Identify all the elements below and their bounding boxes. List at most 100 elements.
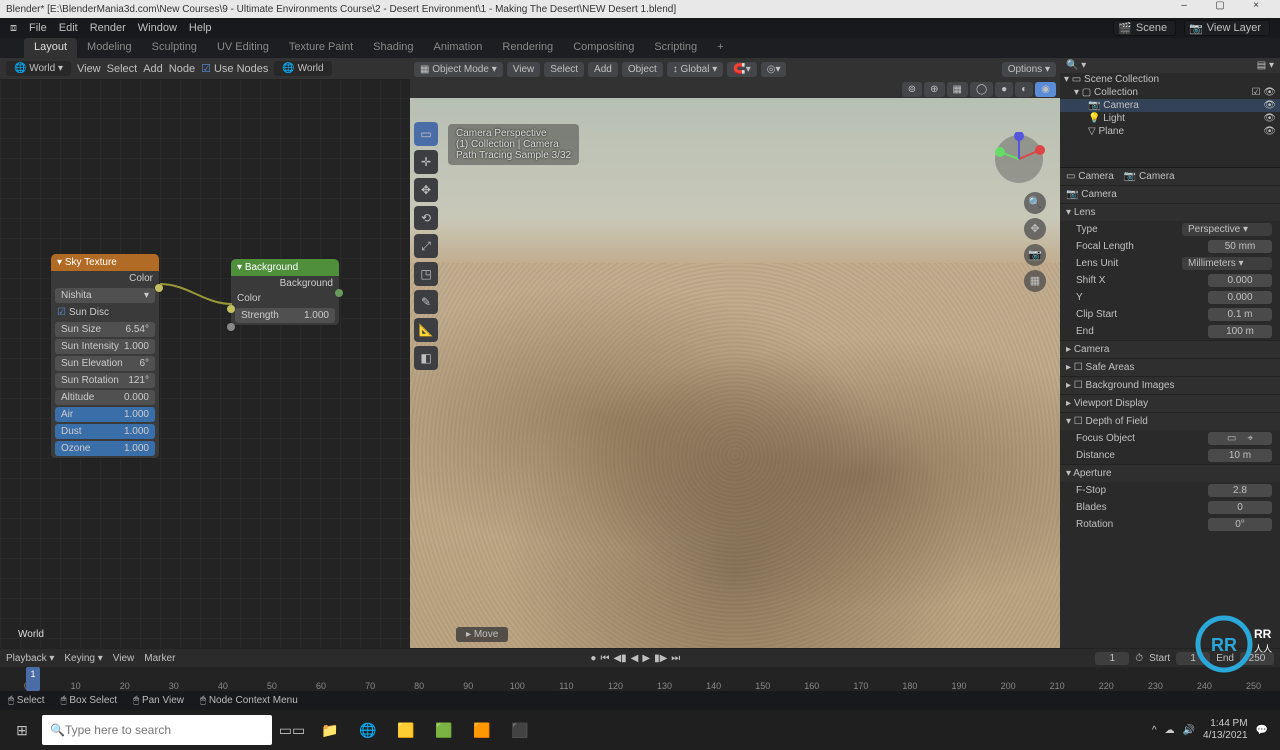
lens-type[interactable]: Perspective ▾	[1182, 223, 1272, 236]
tool-transform[interactable]: ◳	[414, 262, 438, 286]
tab-compositing[interactable]: Compositing	[563, 38, 644, 58]
prop-object-name[interactable]: 📷 Camera	[1060, 185, 1280, 203]
window-minimize[interactable]: –	[1166, 0, 1202, 18]
menu-edit[interactable]: Edit	[55, 22, 82, 34]
panel-safeareas[interactable]: ▸ ☐ Safe Areas	[1060, 358, 1280, 376]
orientation[interactable]: ↕ Global ▾	[667, 62, 724, 77]
socket-strength-in[interactable]	[227, 323, 235, 331]
clip-end[interactable]: 100 m	[1208, 325, 1272, 338]
panel-dof[interactable]: ▾ ☐ Depth of Field	[1060, 412, 1280, 430]
dof-distance[interactable]: 10 m	[1208, 449, 1272, 462]
tab-add[interactable]: +	[707, 38, 733, 58]
panel-bgimages[interactable]: ▸ ☐ Background Images	[1060, 376, 1280, 394]
sun-disc-toggle[interactable]: ☑ Sun Disc	[51, 305, 115, 320]
autokey[interactable]: ●	[590, 653, 596, 664]
nav-gizmo[interactable]	[992, 132, 1046, 186]
field-altitude[interactable]: Altitude0.000	[55, 390, 155, 405]
tool-annotate[interactable]: ✎	[414, 290, 438, 314]
tab-shading[interactable]: Shading	[363, 38, 423, 58]
prop-tab2[interactable]: 📷 Camera	[1124, 171, 1175, 182]
socket-bg-out[interactable]	[335, 289, 343, 297]
node-menu-view[interactable]: View	[77, 63, 101, 75]
outliner-plane[interactable]: ▽ Plane👁	[1060, 125, 1280, 138]
current-frame[interactable]: 1	[1095, 652, 1129, 665]
menu-help[interactable]: Help	[185, 22, 216, 34]
sky-out-color[interactable]: Color	[51, 271, 159, 286]
panel-aperture[interactable]: ▾ Aperture	[1060, 464, 1280, 482]
node-editor[interactable]: 🌐 World ▾ View Select Add Node ☑ Use Nod…	[0, 58, 410, 648]
shift-y[interactable]: 0.000	[1208, 291, 1272, 304]
proportional-toggle[interactable]: ◎▾	[761, 62, 787, 77]
sky-model-select[interactable]: Nishita▾	[55, 288, 155, 303]
playhead[interactable]: 1	[26, 667, 40, 691]
menu-file[interactable]: File	[25, 22, 51, 34]
field-ozone[interactable]: Ozone1.000	[55, 441, 155, 456]
aperture-blades[interactable]: 0	[1208, 501, 1272, 514]
tool-rotate[interactable]: ⟲	[414, 206, 438, 230]
shift-x[interactable]: 0.000	[1208, 274, 1272, 287]
node-bg-title[interactable]: ▾ Background	[231, 259, 339, 276]
vp-menu-add[interactable]: Add	[588, 62, 618, 77]
field-sun-rotation[interactable]: Sun Rotation121°	[55, 373, 155, 388]
timeline-menu-keying[interactable]: Keying ▾	[64, 653, 102, 664]
tab-uv[interactable]: UV Editing	[207, 38, 279, 58]
bg-out[interactable]: Background	[231, 276, 339, 291]
window-close[interactable]: ×	[1238, 0, 1274, 18]
tab-texture[interactable]: Texture Paint	[279, 38, 363, 58]
menu-window[interactable]: Window	[134, 22, 181, 34]
mode-select[interactable]: ▦ Object Mode ▾	[414, 62, 503, 77]
snap-toggle[interactable]: 🧲▾	[727, 62, 756, 77]
node-menu-add[interactable]: Add	[143, 63, 163, 75]
field-air[interactable]: Air1.000	[55, 407, 155, 422]
vp-menu-select[interactable]: Select	[544, 62, 584, 77]
field-strength[interactable]: Strength1.000	[235, 308, 335, 323]
lens-unit[interactable]: Millimeters ▾	[1182, 257, 1272, 270]
use-nodes-toggle[interactable]: ☑ Use Nodes	[201, 62, 268, 75]
timeline[interactable]: Playback ▾ Keying ▾ View Marker ● ⏮ ◀▮ ◀…	[0, 648, 1280, 690]
xray-toggle[interactable]: ▦	[947, 82, 968, 97]
tool-cursor[interactable]: ✛	[414, 150, 438, 174]
outliner-camera[interactable]: 📷 Camera👁	[1060, 99, 1280, 112]
nav-zoom[interactable]: 🔍	[1024, 192, 1046, 214]
node-background[interactable]: ▾ Background Background Color Strength1.…	[230, 258, 340, 326]
world-datablock[interactable]: 🌐 World	[274, 61, 331, 76]
aperture-rotation[interactable]: 0°	[1208, 518, 1272, 531]
socket-bg-color-in[interactable]	[227, 305, 235, 313]
nav-ortho[interactable]: ▦	[1024, 270, 1046, 292]
tool-move[interactable]: ✥	[414, 178, 438, 202]
field-sun-size[interactable]: Sun Size6.54°	[55, 322, 155, 337]
timeline-menu-marker[interactable]: Marker	[144, 653, 175, 664]
prop-tab1[interactable]: ▭ Camera	[1066, 171, 1114, 182]
timeline-menu-playback[interactable]: Playback ▾	[6, 653, 54, 664]
jump-start[interactable]: ⏮	[600, 653, 609, 664]
field-sun-elevation[interactable]: Sun Elevation6°	[55, 356, 155, 371]
timeline-ruler[interactable]: 1 01020304050607080901001101201301401501…	[0, 667, 1280, 691]
tab-animation[interactable]: Animation	[424, 38, 493, 58]
outliner-collection[interactable]: ▾ ▢ Collection☑ 👁	[1060, 86, 1280, 99]
node-menu-select[interactable]: Select	[107, 63, 138, 75]
nav-pan[interactable]: ✥	[1024, 218, 1046, 240]
dof-focus-object[interactable]: ▭ ⌖	[1208, 432, 1272, 445]
shader-type[interactable]: 🌐 World ▾	[6, 61, 71, 76]
tool-measure[interactable]: 📐	[414, 318, 438, 342]
shading-solid[interactable]: ●	[995, 82, 1013, 97]
overlay-toggle[interactable]: ⊚	[902, 82, 922, 97]
keyframe-prev[interactable]: ◀▮	[613, 653, 626, 664]
nav-camera[interactable]: 📷	[1024, 244, 1046, 266]
menu-render[interactable]: Render	[86, 22, 130, 34]
vp-menu-object[interactable]: Object	[622, 62, 663, 77]
field-dust[interactable]: Dust1.000	[55, 424, 155, 439]
tab-modeling[interactable]: Modeling	[77, 38, 142, 58]
viewlayer-field[interactable]: 📷 View Layer	[1184, 20, 1270, 36]
shading-wire[interactable]: ◯	[970, 82, 993, 97]
node-sky-texture[interactable]: ▾ Sky Texture Color Nishita▾ ☑ Sun Disc …	[50, 253, 160, 459]
shading-matpre[interactable]: ◐	[1015, 82, 1033, 97]
panel-vpdisplay[interactable]: ▸ Viewport Display	[1060, 394, 1280, 412]
tab-layout[interactable]: Layout	[24, 38, 77, 58]
vp-menu-view[interactable]: View	[507, 62, 541, 77]
socket-color-out[interactable]	[155, 284, 163, 292]
system-tray[interactable]: ^☁🔊 1:44 PM4/13/2021 💬	[1152, 718, 1276, 742]
focal-length[interactable]: 50 mm	[1208, 240, 1272, 253]
clip-start[interactable]: 0.1 m	[1208, 308, 1272, 321]
tab-sculpting[interactable]: Sculpting	[142, 38, 207, 58]
